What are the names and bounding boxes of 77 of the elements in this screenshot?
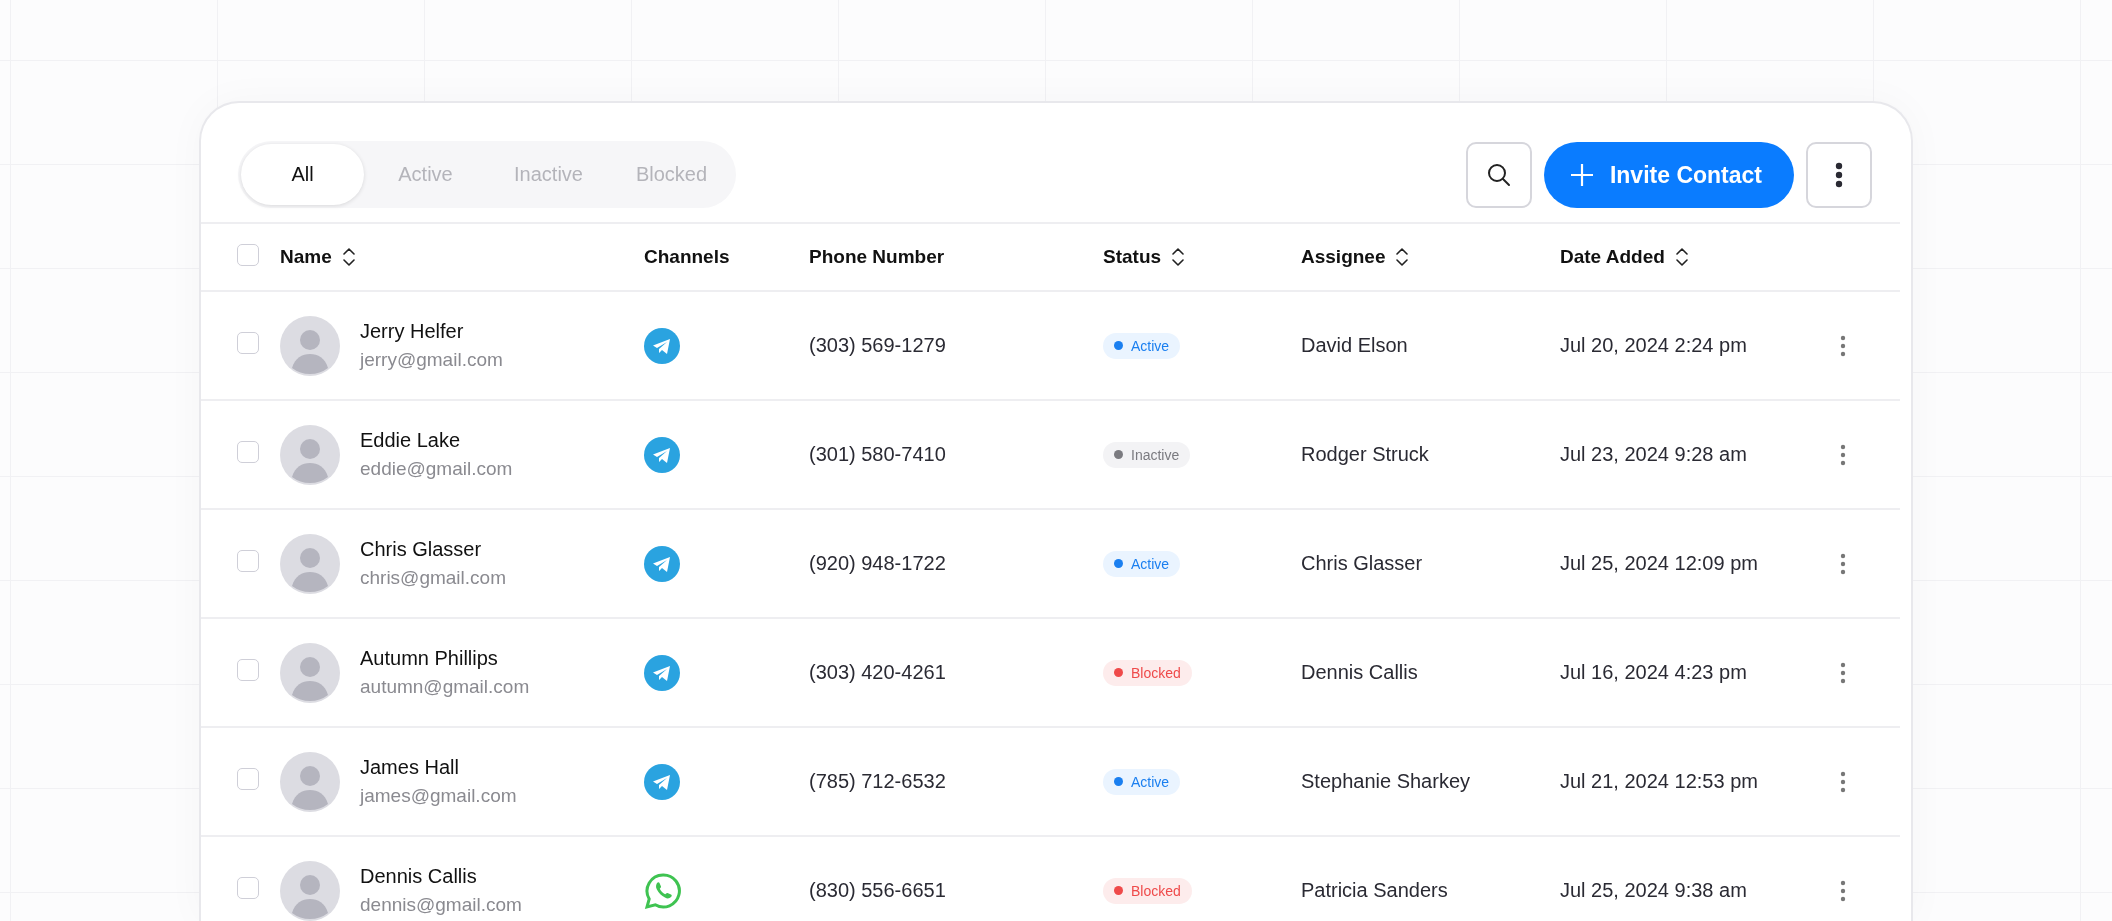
contact-name: Dennis Callis [360, 865, 478, 888]
date-added: Jul 23, 2024 9:28 am [1560, 443, 1748, 466]
date-added: Jul 21, 2024 12:53 pm [1560, 770, 1759, 793]
search-button[interactable] [1465, 142, 1532, 208]
column-header[interactable]: Assignee [1301, 246, 1386, 268]
contact-name: James Hall [360, 756, 460, 779]
checkbox[interactable] [237, 441, 259, 463]
date-added: Jul 16, 2024 4:23 pm [1560, 661, 1748, 684]
checkbox[interactable] [237, 332, 259, 354]
avatar-placeholder [280, 424, 340, 485]
plus-icon [1569, 163, 1594, 187]
paper-plane-icon [644, 327, 680, 364]
kebab-menu-icon [1840, 334, 1846, 357]
date-added: Jul 25, 2024 12:09 pm [1560, 552, 1759, 575]
status-badge: Active [1103, 768, 1181, 795]
column-header: Channels [644, 246, 730, 268]
sort-icon[interactable] [1171, 246, 1186, 268]
status-badge: Inactive [1103, 441, 1191, 468]
filter-tab[interactable]: All [241, 144, 364, 205]
sort-icon[interactable] [341, 246, 356, 268]
contact-email: james@gmail.com [360, 785, 517, 807]
checkbox[interactable] [237, 659, 259, 681]
phone-number: (920) 948-1722 [809, 552, 947, 575]
contact-email: chris@gmail.com [360, 567, 506, 589]
avatar-placeholder [280, 751, 340, 812]
checkbox[interactable] [237, 877, 259, 899]
status-badge: Active [1103, 550, 1181, 577]
phone-number: (303) 420-4261 [809, 661, 947, 684]
kebab-menu-icon [1840, 770, 1846, 793]
avatar-placeholder [280, 533, 340, 594]
more-button[interactable] [1806, 142, 1872, 208]
phone-number: (303) 569-1279 [809, 334, 947, 357]
search-icon [1485, 162, 1512, 188]
kebab-menu-icon [1840, 879, 1846, 902]
paper-plane-icon [644, 436, 680, 473]
paper-plane-icon [644, 545, 680, 582]
sort-icon[interactable] [1395, 246, 1410, 268]
assignee-name: Patricia Sanders [1301, 879, 1449, 902]
checkbox[interactable] [237, 243, 259, 266]
checkbox[interactable] [237, 768, 259, 790]
column-header[interactable]: Date Added [1560, 246, 1665, 268]
paper-plane-icon [644, 763, 680, 800]
checkbox[interactable] [237, 550, 259, 572]
assignee-name: Chris Glasser [1301, 552, 1424, 575]
column-header: Phone Number [809, 246, 945, 268]
avatar-placeholder [280, 642, 340, 703]
assignee-name: Rodger Struck [1301, 443, 1430, 466]
contact-name: Chris Glasser [360, 538, 483, 561]
assignee-name: Stephanie Sharkey [1301, 770, 1471, 793]
status-badge: Blocked [1103, 877, 1192, 904]
contact-email: eddie@gmail.com [360, 458, 513, 480]
column-header[interactable]: Name [280, 246, 332, 268]
phone-number: (785) 712-6532 [809, 770, 947, 793]
contact-email: dennis@gmail.com [360, 894, 522, 916]
kebab-menu-icon [1835, 162, 1843, 188]
invite-contact-button[interactable]: Invite Contact [1543, 142, 1794, 208]
status-badge: Active [1103, 332, 1181, 359]
contact-name: Jerry Helfer [360, 320, 465, 343]
kebab-menu-icon [1840, 443, 1846, 466]
phone-number: (301) 580-7410 [809, 443, 947, 466]
phone-bubble-icon [644, 871, 682, 910]
contact-name: Eddie Lake [360, 429, 462, 452]
status-badge: Blocked [1103, 659, 1192, 686]
kebab-menu-icon [1840, 661, 1846, 684]
contact-email: jerry@gmail.com [360, 349, 503, 371]
contact-name: Autumn Phillips [360, 647, 499, 670]
date-added: Jul 25, 2024 9:38 am [1560, 879, 1748, 902]
assignee-name: David Elson [1301, 334, 1409, 357]
phone-number: (830) 556-6651 [809, 879, 947, 902]
avatar-placeholder [280, 315, 340, 376]
contact-email: autumn@gmail.com [360, 676, 530, 698]
sort-icon[interactable] [1674, 246, 1689, 268]
date-added: Jul 20, 2024 2:24 pm [1560, 334, 1748, 357]
assignee-name: Dennis Callis [1301, 661, 1419, 684]
kebab-menu-icon [1840, 552, 1846, 575]
column-header[interactable]: Status [1103, 246, 1162, 268]
paper-plane-icon [644, 654, 680, 691]
